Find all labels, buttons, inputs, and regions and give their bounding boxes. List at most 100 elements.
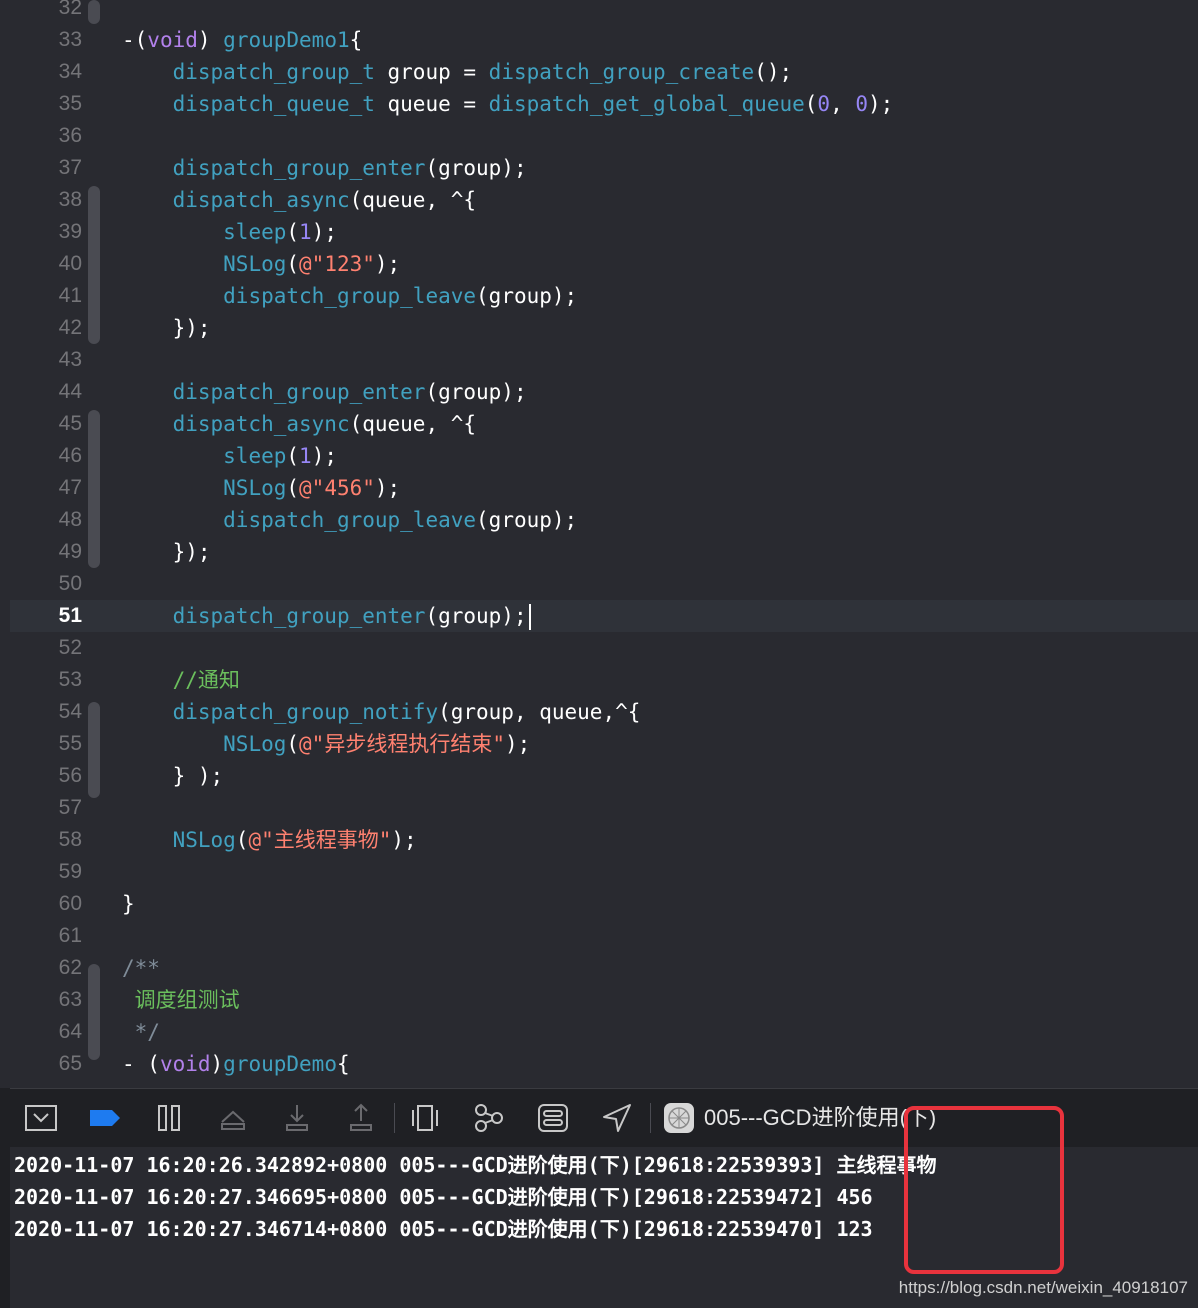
line-number: 58: [58, 828, 82, 851]
step-over-icon[interactable]: [216, 1101, 250, 1135]
code-line[interactable]: 64 */: [10, 1016, 1198, 1048]
line-number: 45: [58, 412, 82, 435]
watermark: https://blog.csdn.net/weixin_40918107: [898, 1278, 1188, 1297]
line-number: 62: [58, 956, 82, 979]
code-line[interactable]: 50: [10, 568, 1198, 600]
view-hierarchy-icon[interactable]: [408, 1101, 442, 1135]
code-text[interactable]: NSLog(@"123");: [122, 248, 400, 280]
memory-graph-icon[interactable]: [472, 1101, 506, 1135]
code-text[interactable]: dispatch_async(queue, ^{: [122, 408, 476, 440]
step-into-icon[interactable]: [280, 1101, 314, 1135]
code-line[interactable]: 53 //通知: [10, 664, 1198, 696]
hide-console-icon[interactable]: [24, 1101, 58, 1135]
line-number: 43: [58, 348, 82, 371]
code-line[interactable]: 54 dispatch_group_notify(group, queue,^{: [10, 696, 1198, 728]
code-line[interactable]: 33 -(void) groupDemo1{: [10, 24, 1198, 56]
code-line[interactable]: 35 dispatch_queue_t queue = dispatch_get…: [10, 88, 1198, 120]
code-text[interactable]: }: [122, 888, 135, 920]
code-text[interactable]: sleep(1);: [122, 440, 337, 472]
line-number: 63: [58, 988, 82, 1011]
code-line[interactable]: 57: [10, 792, 1198, 824]
code-line[interactable]: 45 dispatch_async(queue, ^{: [10, 408, 1198, 440]
line-number: 35: [58, 92, 82, 115]
code-text[interactable]: dispatch_group_enter(group);: [122, 600, 531, 632]
line-number: 41: [58, 284, 82, 307]
breakpoints-icon[interactable]: [88, 1101, 122, 1135]
code-line[interactable]: 48 dispatch_group_leave(group);: [10, 504, 1198, 536]
code-line[interactable]: 61: [10, 920, 1198, 952]
code-text[interactable]: //通知: [122, 664, 240, 696]
code-line[interactable]: 52: [10, 632, 1198, 664]
code-text[interactable]: - (void)groupDemo{: [122, 1048, 350, 1080]
line-number: 38: [58, 188, 82, 211]
code-text[interactable]: dispatch_group_leave(group);: [122, 504, 577, 536]
code-text[interactable]: /**: [122, 952, 160, 984]
environment-overrides-icon[interactable]: [536, 1101, 570, 1135]
line-number: 46: [58, 444, 82, 467]
annotation-highlight-box: [904, 1106, 1064, 1274]
code-line[interactable]: 40 NSLog(@"123");: [10, 248, 1198, 280]
line-number: 59: [58, 860, 82, 883]
code-line[interactable]: 63 调度组测试: [10, 984, 1198, 1016]
code-text[interactable]: dispatch_queue_t queue = dispatch_get_gl…: [122, 88, 894, 120]
code-line[interactable]: 60}: [10, 888, 1198, 920]
toolbar-divider: [394, 1103, 395, 1133]
code-text[interactable]: dispatch_group_leave(group);: [122, 280, 577, 312]
code-line[interactable]: 51 dispatch_group_enter(group);: [10, 600, 1198, 632]
line-number: 48: [58, 508, 82, 531]
code-line[interactable]: 56 } );: [10, 760, 1198, 792]
code-text[interactable]: */: [122, 1016, 160, 1048]
pause-icon[interactable]: [152, 1101, 186, 1135]
code-text[interactable]: 调度组测试: [122, 984, 240, 1016]
code-line[interactable]: 47 NSLog(@"456");: [10, 472, 1198, 504]
line-number: 36: [58, 124, 82, 147]
code-line[interactable]: 41 dispatch_group_leave(group);: [10, 280, 1198, 312]
code-line[interactable]: 46 sleep(1);: [10, 440, 1198, 472]
app-icon[interactable]: [662, 1101, 696, 1135]
console-line: 2020-11-07 16:20:26.342892+0800 005---GC…: [14, 1153, 937, 1177]
code-line[interactable]: 43: [10, 344, 1198, 376]
code-text[interactable]: NSLog(@"异步线程执行结束");: [122, 728, 530, 760]
code-line[interactable]: 58 NSLog(@"主线程事物");: [10, 824, 1198, 856]
code-text[interactable]: });: [122, 312, 211, 344]
code-text[interactable]: dispatch_group_enter(group);: [122, 376, 527, 408]
line-number: 60: [58, 892, 82, 915]
scheme-label[interactable]: 005---GCD进阶使用(下): [704, 1103, 936, 1133]
line-number: 37: [58, 156, 82, 179]
code-line[interactable]: 62 /**: [10, 952, 1198, 984]
code-text[interactable]: dispatch_async(queue, ^{: [122, 184, 476, 216]
line-number: 53: [58, 668, 82, 691]
code-line[interactable]: 55 NSLog(@"异步线程执行结束");: [10, 728, 1198, 760]
code-text[interactable]: dispatch_group_notify(group, queue,^{: [122, 696, 641, 728]
code-line[interactable]: 42 });: [10, 312, 1198, 344]
code-text[interactable]: NSLog(@"主线程事物");: [122, 824, 417, 856]
code-text[interactable]: });: [122, 536, 211, 568]
code-line[interactable]: 36: [10, 120, 1198, 152]
code-text[interactable]: dispatch_group_t group = dispatch_group_…: [122, 56, 793, 88]
line-number: 65: [58, 1052, 82, 1075]
line-number: 47: [58, 476, 82, 499]
code-text[interactable]: sleep(1);: [122, 216, 337, 248]
code-line[interactable]: 32: [10, 0, 1198, 24]
console-line: 2020-11-07 16:20:27.346714+0800 005---GC…: [14, 1217, 873, 1241]
code-line[interactable]: 59: [10, 856, 1198, 888]
code-text[interactable]: } );: [122, 760, 224, 792]
line-number: 64: [58, 1020, 82, 1043]
code-line[interactable]: 44 dispatch_group_enter(group);: [10, 376, 1198, 408]
toolbar-divider: [650, 1103, 651, 1133]
line-number: 54: [58, 700, 82, 723]
code-editor[interactable]: 32 33 -(void) groupDemo1{34 dispatch_group…: [0, 0, 1198, 1088]
code-line[interactable]: 39 sleep(1);: [10, 216, 1198, 248]
code-text[interactable]: -(void) groupDemo1{: [122, 24, 362, 56]
step-out-icon[interactable]: [344, 1101, 378, 1135]
line-number: 57: [58, 796, 82, 819]
code-line[interactable]: 38 dispatch_async(queue, ^{: [10, 184, 1198, 216]
code-line[interactable]: 49 });: [10, 536, 1198, 568]
console-line: 2020-11-07 16:20:27.346695+0800 005---GC…: [14, 1185, 873, 1209]
code-text[interactable]: dispatch_group_enter(group);: [122, 152, 527, 184]
code-text[interactable]: NSLog(@"456");: [122, 472, 400, 504]
code-line[interactable]: 65 - (void)groupDemo{: [10, 1048, 1198, 1080]
code-line[interactable]: 34 dispatch_group_t group = dispatch_gro…: [10, 56, 1198, 88]
code-line[interactable]: 37 dispatch_group_enter(group);: [10, 152, 1198, 184]
location-icon[interactable]: [600, 1101, 634, 1135]
